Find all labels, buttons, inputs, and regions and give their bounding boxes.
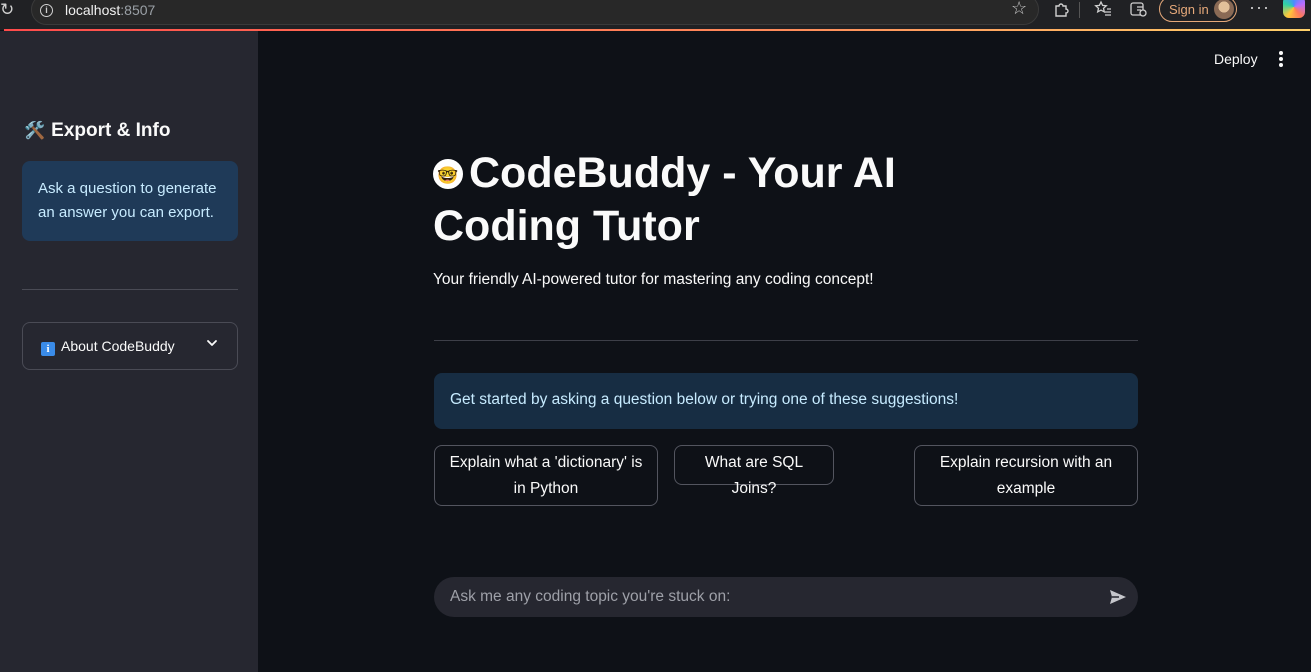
- address-bar[interactable]: i localhost:8507 ☆: [31, 0, 1039, 25]
- suggestion-button-dictionary[interactable]: Explain what a 'dictionary' is in Python: [434, 445, 658, 506]
- expander-label: About CodeBuddy: [61, 338, 175, 354]
- sidebar: 🛠️ Export & Info Ask a question to genera…: [0, 31, 258, 672]
- info-icon[interactable]: i: [40, 4, 53, 17]
- reload-icon[interactable]: ↻: [0, 1, 16, 19]
- nerd-face-icon: 🤓: [433, 159, 463, 189]
- send-icon[interactable]: [1108, 587, 1128, 607]
- collections-icon[interactable]: [1128, 0, 1148, 20]
- page-title: 🤓 CodeBuddy - Your AI Coding Tutor: [433, 149, 896, 250]
- avatar: [1214, 0, 1234, 19]
- chat-input-container: [434, 577, 1138, 617]
- favorites-icon[interactable]: [1093, 0, 1113, 20]
- browser-toolbar: ↻ i localhost:8507 ☆ Sign in ···: [0, 0, 1311, 30]
- suggestion-button-recursion[interactable]: Explain recursion with an example: [914, 445, 1138, 506]
- url-text[interactable]: localhost:8507: [65, 2, 155, 18]
- toolbar-divider: [1079, 2, 1080, 18]
- chevron-down-icon: [207, 340, 217, 346]
- more-icon[interactable]: ···: [1249, 0, 1270, 18]
- sidebar-title: 🛠️ Export & Info: [24, 120, 171, 141]
- sign-in-button[interactable]: Sign in: [1159, 0, 1237, 22]
- tools-icon: 🛠️: [24, 121, 46, 140]
- star-icon[interactable]: ☆: [1011, 0, 1027, 19]
- info-banner: Get started by asking a question below o…: [434, 373, 1138, 429]
- extensions-icon[interactable]: [1052, 0, 1072, 20]
- page-subtitle: Your friendly AI-powered tutor for maste…: [433, 271, 874, 288]
- about-expander[interactable]: i About CodeBuddy: [22, 322, 238, 370]
- copilot-icon[interactable]: [1283, 0, 1305, 18]
- sidebar-info-box: Ask a question to generate an answer you…: [22, 161, 238, 241]
- deploy-button[interactable]: Deploy: [1214, 51, 1258, 67]
- suggestion-button-sql-joins[interactable]: What are SQL Joins?: [674, 445, 834, 497]
- info-emoji-icon: i: [41, 342, 55, 356]
- chat-input[interactable]: [450, 577, 1090, 617]
- main-divider: [434, 340, 1138, 341]
- main-content: Deploy 🤓 CodeBuddy - Your AI Coding Tutor…: [258, 31, 1311, 672]
- sidebar-divider: [22, 289, 238, 290]
- kebab-menu-icon[interactable]: [1276, 51, 1286, 67]
